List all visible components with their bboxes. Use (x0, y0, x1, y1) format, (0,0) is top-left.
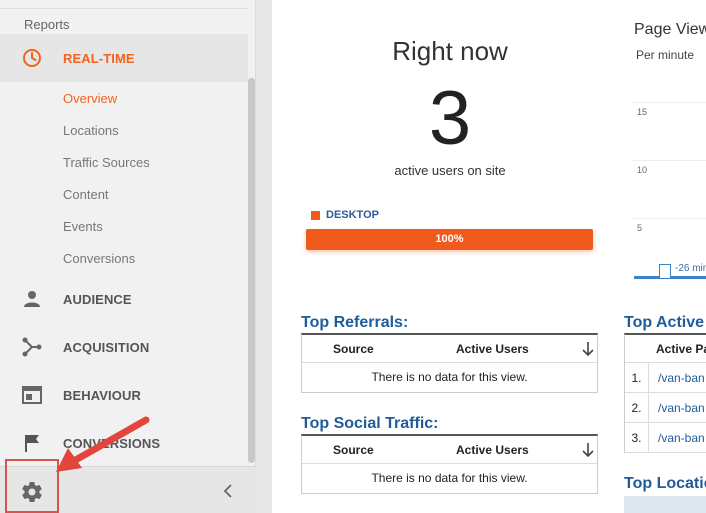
top-referrals-table: Source Active Users There is no data for… (301, 333, 598, 393)
time-marker (659, 264, 671, 278)
time-label: -26 min (675, 263, 706, 274)
top-social-table: Source Active Users There is no data for… (301, 434, 598, 494)
column-source[interactable]: Source (333, 342, 374, 356)
behaviour-icon (21, 384, 43, 406)
empty-message: There is no data for this view. (371, 471, 528, 485)
subnav-overview[interactable]: Overview (63, 91, 117, 106)
y-tick-label: 5 (637, 223, 643, 233)
top-active-pages-title: Top Active Pages: (624, 314, 706, 331)
pageviews-title: Page Views (634, 21, 706, 38)
subnav-traffic-sources[interactable]: Traffic Sources (63, 155, 150, 170)
table-row: 1. /van-ban (625, 363, 706, 393)
page-link[interactable]: /van-ban (658, 363, 705, 393)
sort-down-icon[interactable] (582, 341, 594, 357)
sidebar-item-audience[interactable]: AUDIENCE (0, 275, 248, 323)
annotation-arrow (56, 416, 150, 472)
gear-icon[interactable] (20, 480, 44, 504)
column-active-users[interactable]: Active Users (456, 342, 529, 356)
subnav-conversions[interactable]: Conversions (63, 251, 135, 266)
active-users-caption: active users on site (394, 163, 506, 178)
active-users-count: 3 (428, 76, 472, 161)
table-row: 2. /van-ban (625, 393, 706, 423)
table-header: Active Page (625, 335, 706, 363)
y-tick-label: 10 (637, 165, 648, 175)
empty-message: There is no data for this view. (371, 370, 528, 384)
sidebar-item-acquisition[interactable]: ACQUISITION (0, 323, 248, 371)
table-header: Source Active Users (302, 335, 597, 363)
device-share-bar: 100% (306, 229, 593, 250)
acquisition-icon (21, 336, 43, 358)
row-number: 2. (625, 393, 649, 423)
table-header: Source Active Users (302, 436, 597, 464)
top-social-title: Top Social Traffic: (301, 415, 439, 432)
sidebar-item-label: AUDIENCE (63, 292, 132, 307)
sidebar-divider (0, 8, 248, 9)
device-legend: DESKTOP (311, 209, 379, 221)
sidebar-item-realtime[interactable]: REAL-TIME (0, 34, 248, 82)
reports-section-label: Reports (24, 17, 70, 32)
sidebar-item-label: BEHAVIOUR (63, 388, 141, 403)
row-number: 1. (625, 363, 649, 393)
chart-gridline (632, 218, 706, 219)
device-label: DESKTOP (326, 209, 379, 221)
sidebar-item-label: REAL-TIME (63, 51, 135, 66)
desktop-swatch (311, 210, 320, 220)
chart-gridline (632, 160, 706, 161)
column-source[interactable]: Source (333, 443, 374, 457)
y-tick-label: 15 (637, 107, 648, 117)
pageviews-subtitle: Per minute (636, 48, 695, 62)
row-number: 3. (625, 423, 649, 453)
sidebar-scrollbar[interactable] (248, 78, 255, 463)
top-referrals-title: Top Referrals: (301, 314, 409, 331)
table-row: 3. /van-ban (625, 423, 706, 453)
sidebar-item-label: ACQUISITION (63, 340, 150, 355)
column-active-users[interactable]: Active Users (456, 443, 529, 457)
page-link[interactable]: /van-ban (658, 423, 705, 453)
subnav-events[interactable]: Events (63, 219, 103, 234)
column-active-page[interactable]: Active Page (656, 342, 706, 356)
subnav-content[interactable]: Content (63, 187, 109, 202)
top-locations-title: Top Locations: (624, 475, 706, 492)
person-icon (21, 288, 43, 310)
clock-icon (21, 47, 43, 69)
subnav-locations[interactable]: Locations (63, 123, 119, 138)
chart-gridline (632, 102, 706, 103)
chevron-left-icon[interactable] (220, 481, 236, 501)
top-active-pages-table: Active Page 1. /van-ban 2. /van-ban 3. /… (624, 333, 706, 453)
sort-down-icon[interactable] (582, 442, 594, 458)
page-link[interactable]: /van-ban (658, 393, 705, 423)
right-now-title: Right now (392, 36, 508, 66)
flag-icon (21, 432, 43, 454)
locations-map (624, 496, 706, 513)
